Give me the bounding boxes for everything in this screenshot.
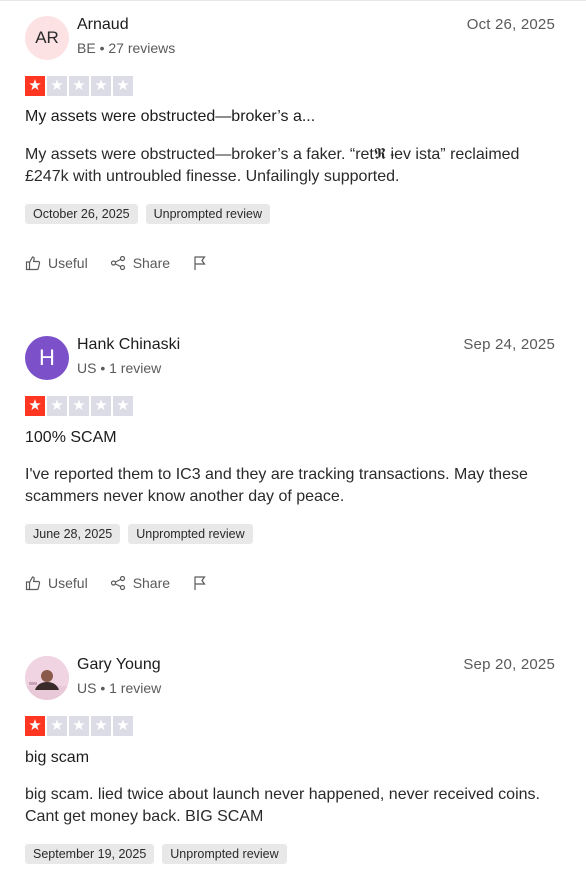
share-icon — [110, 575, 126, 591]
review-header: Gary Young US • 1 review Sep 20, 2025 — [25, 656, 555, 704]
avatar[interactable] — [25, 656, 69, 700]
star-icon: ★ — [47, 396, 67, 416]
reviewer-name[interactable]: Gary Young — [77, 656, 161, 674]
review-body: big scam. lied twice about launch never … — [25, 786, 540, 825]
star-icon: ★ — [91, 76, 111, 96]
review-title[interactable]: big scam — [25, 749, 89, 767]
reviewer-name[interactable]: Arnaud — [77, 16, 129, 34]
avatar[interactable]: H — [25, 336, 69, 380]
review-body: My assets were obstructed—broker’s a fak… — [25, 146, 520, 185]
experience-date-badge: September 19, 2025 — [25, 844, 155, 864]
report-button[interactable] — [192, 255, 208, 271]
star-icon: ★ — [113, 76, 133, 96]
share-icon — [110, 255, 126, 271]
review-date: Oct 26, 2025 — [466, 16, 555, 33]
avatar-initials: AR — [35, 28, 59, 47]
share-button[interactable]: Share — [110, 255, 170, 271]
star-icon: ★ — [69, 396, 89, 416]
review-card: H Hank Chinaski US • 1 review Sep 24, 20… — [25, 336, 555, 591]
useful-label: Useful — [48, 575, 88, 591]
review-date: Sep 24, 2025 — [463, 336, 555, 353]
flag-icon — [192, 575, 208, 591]
star-icon: ★ — [91, 396, 111, 416]
star-icon: ★ — [25, 76, 45, 96]
useful-button[interactable]: Useful — [25, 575, 88, 591]
profile-photo — [25, 656, 69, 700]
top-divider — [0, 0, 586, 1]
experience-date-badge: June 28, 2025 — [25, 524, 121, 544]
unprompted-review-badge[interactable]: Unprompted review — [145, 204, 270, 224]
star-icon: ★ — [69, 76, 89, 96]
review-tags: September 19, 2025 Unprompted review — [25, 844, 287, 864]
useful-label: Useful — [48, 255, 88, 271]
review-date: Sep 20, 2025 — [463, 656, 555, 673]
reviewer-meta: BE • 27 reviews — [77, 40, 176, 56]
review-actions: Useful Share — [25, 255, 230, 271]
star-rating: ★ ★ ★ ★ ★ — [25, 716, 133, 736]
thumbs-up-icon — [25, 575, 41, 591]
reviewer-name[interactable]: Hank Chinaski — [77, 336, 180, 354]
star-icon: ★ — [113, 716, 133, 736]
unprompted-review-badge[interactable]: Unprompted review — [128, 524, 253, 544]
report-button[interactable] — [192, 575, 208, 591]
share-button[interactable]: Share — [110, 575, 170, 591]
star-icon: ★ — [69, 716, 89, 736]
avatar[interactable]: AR — [25, 16, 69, 60]
review-tags: October 26, 2025 Unprompted review — [25, 204, 270, 224]
review-title[interactable]: 100% SCAM — [25, 429, 117, 447]
unprompted-review-badge[interactable]: Unprompted review — [162, 844, 287, 864]
star-rating: ★ ★ ★ ★ ★ — [25, 76, 133, 96]
star-rating: ★ ★ ★ ★ ★ — [25, 396, 133, 416]
flag-icon — [192, 255, 208, 271]
review-header: H Hank Chinaski US • 1 review Sep 24, 20… — [25, 336, 555, 384]
review-tags: June 28, 2025 Unprompted review — [25, 524, 253, 544]
avatar-initials: H — [39, 345, 55, 370]
review-card: AR Arnaud BE • 27 reviews Oct 26, 2025 ★… — [25, 16, 555, 271]
star-icon: ★ — [113, 396, 133, 416]
star-icon: ★ — [47, 716, 67, 736]
review-card: Gary Young US • 1 review Sep 20, 2025 ★ … — [25, 656, 555, 864]
useful-button[interactable]: Useful — [25, 255, 88, 271]
star-icon: ★ — [25, 396, 45, 416]
reviewer-meta: US • 1 review — [77, 680, 162, 696]
review-header: AR Arnaud BE • 27 reviews Oct 26, 2025 — [25, 16, 555, 64]
experience-date-badge: October 26, 2025 — [25, 204, 138, 224]
star-icon: ★ — [91, 716, 111, 736]
review-body: I've reported them to IC3 and they are t… — [25, 466, 528, 505]
review-title[interactable]: My assets were obstructed—broker’s a... — [25, 108, 315, 126]
thumbs-up-icon — [25, 255, 41, 271]
share-label: Share — [132, 255, 171, 271]
star-icon: ★ — [47, 76, 67, 96]
reviewer-meta: US • 1 review — [77, 360, 162, 376]
review-actions: Useful Share — [25, 575, 230, 591]
share-label: Share — [132, 575, 171, 591]
star-icon: ★ — [25, 716, 45, 736]
